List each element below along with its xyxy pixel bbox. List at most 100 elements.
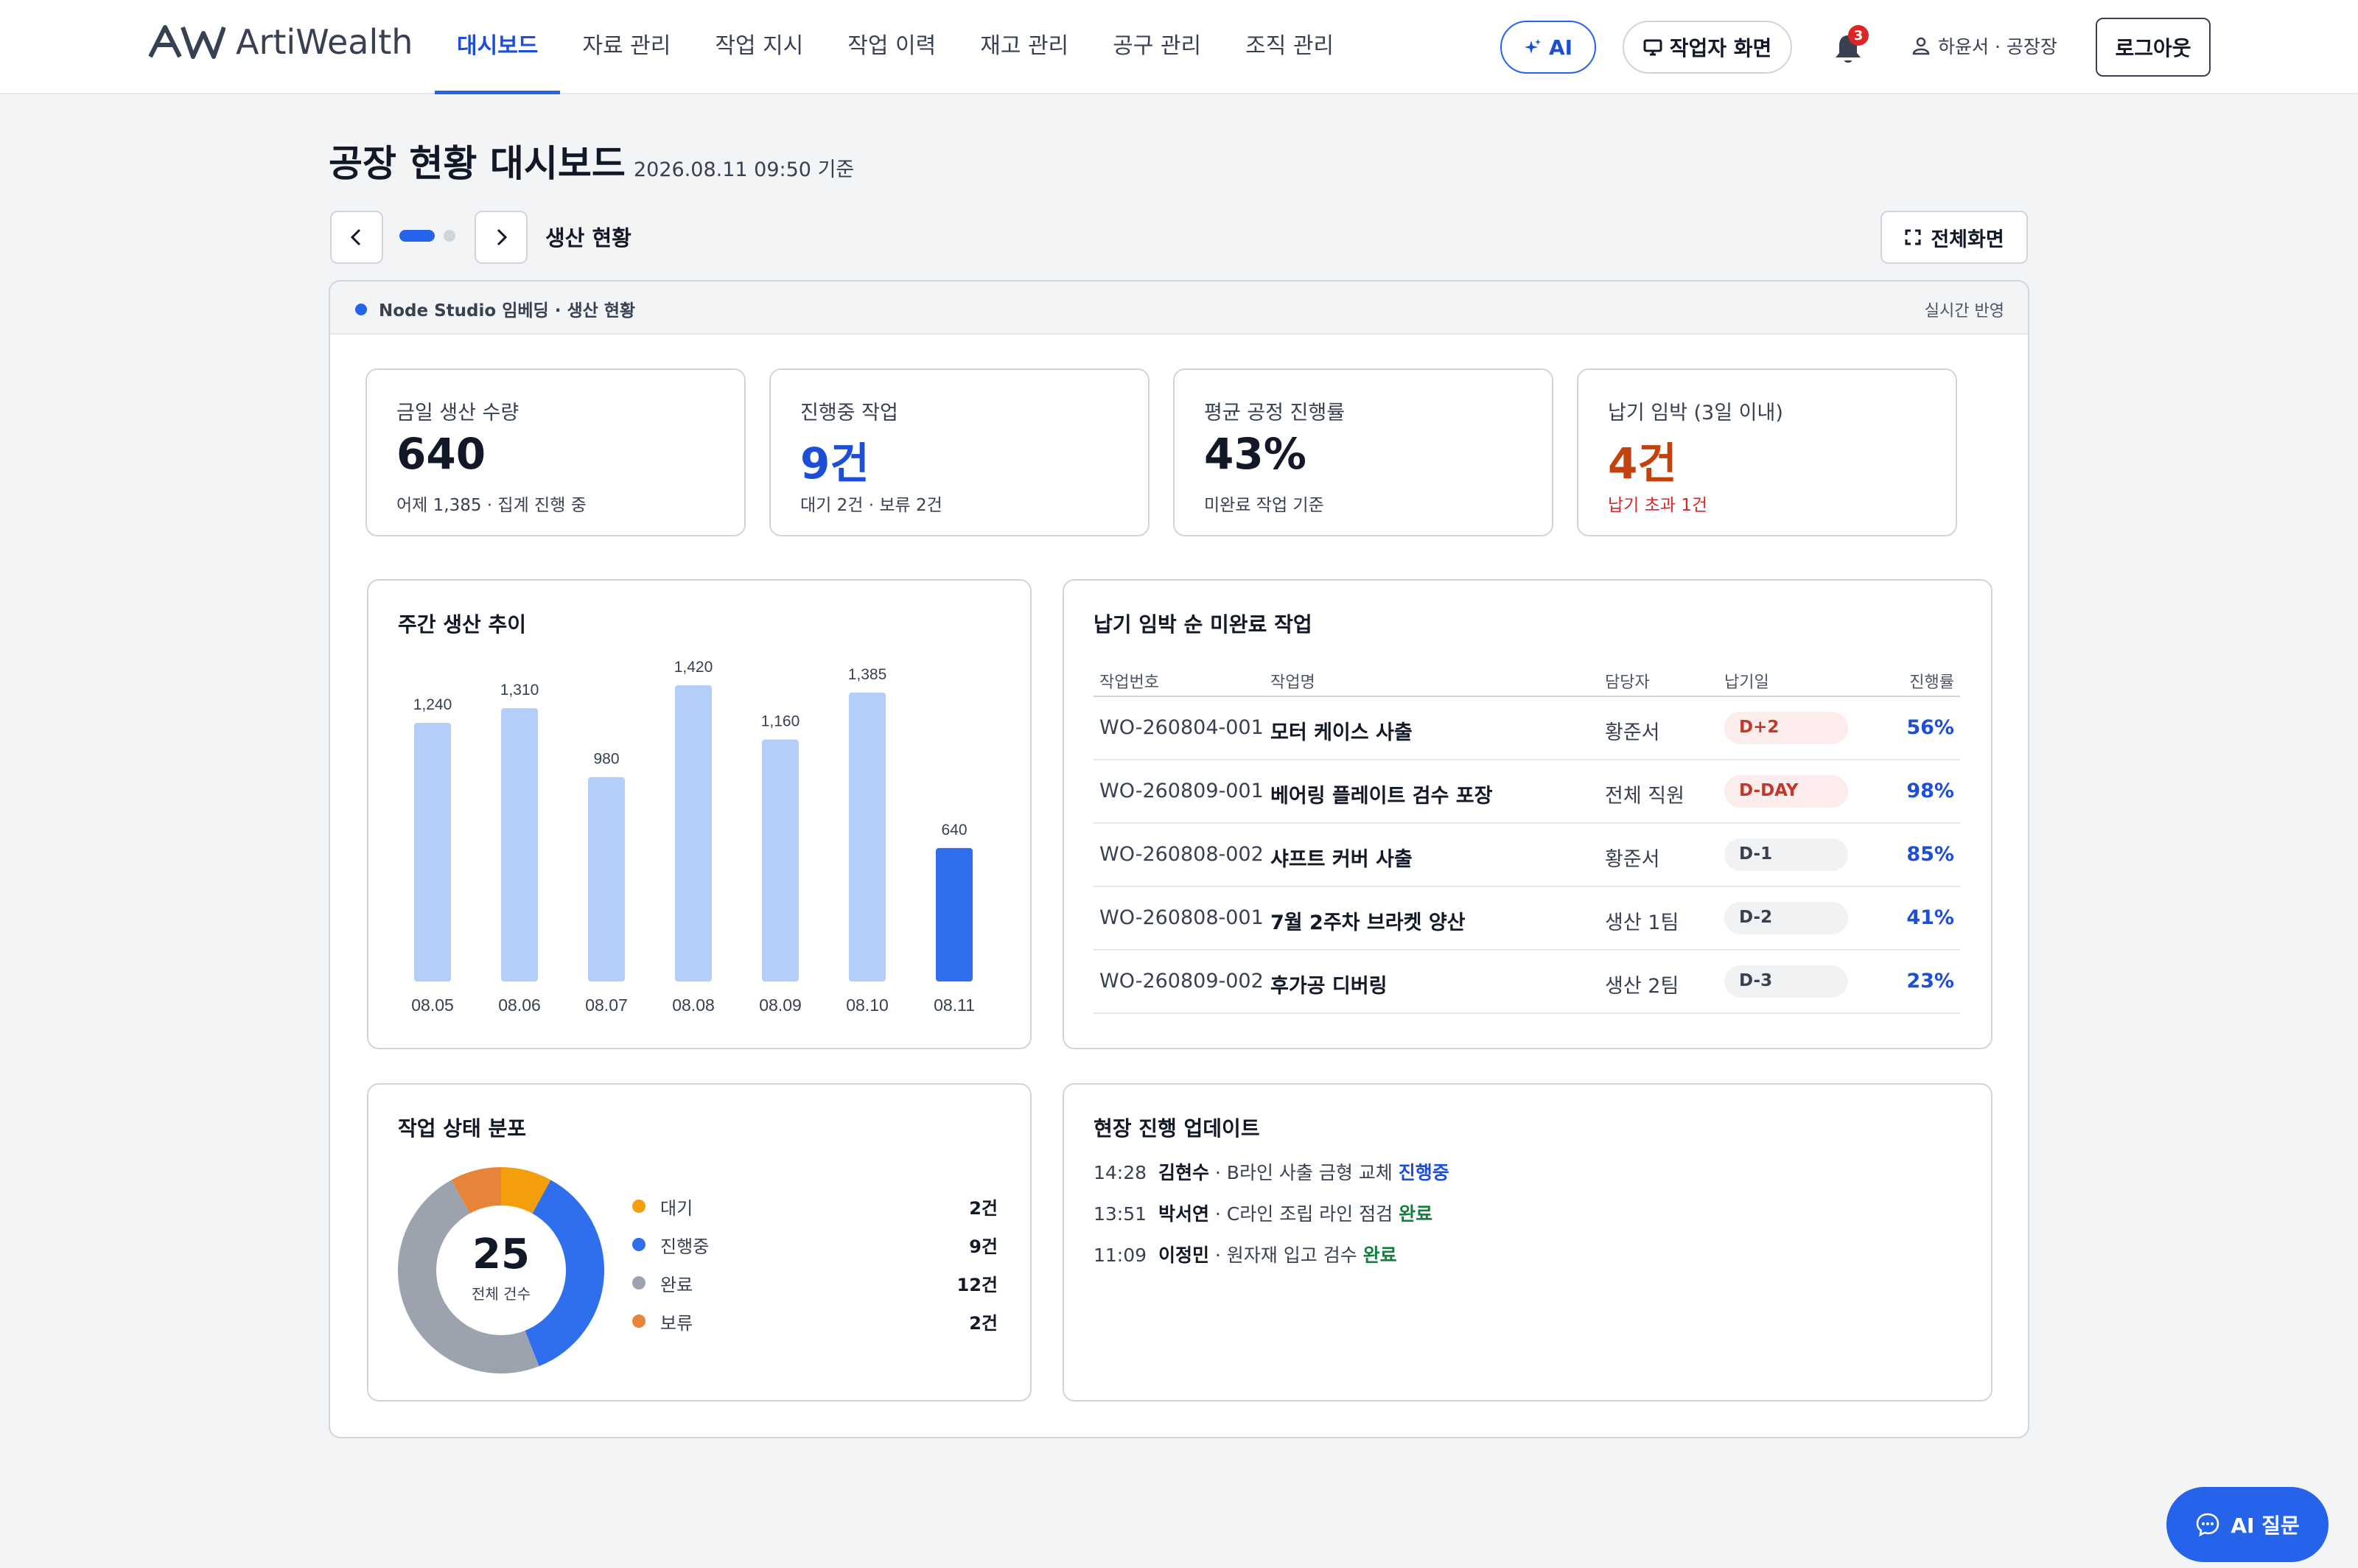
bar-category-label: 08.06 (498, 995, 541, 1015)
logout-button[interactable]: 로그아웃 (2096, 18, 2211, 77)
update-item: 11:09 이정민 · 원자재 입고 검수 완료 (1094, 1241, 1397, 1267)
nav-item-4[interactable]: 재고 관리 (958, 0, 1091, 94)
bar-category-label: 08.11 (934, 995, 975, 1015)
nav-item-6[interactable]: 조직 관리 (1223, 0, 1356, 94)
update-time: 14:28 (1094, 1162, 1147, 1183)
kpi-card: 진행중 작업 9건 대기 2건 · 보류 2건 (769, 368, 1150, 536)
update-time: 13:51 (1094, 1203, 1147, 1225)
update-person: 박서연 (1158, 1203, 1209, 1225)
update-status: 완료 (1362, 1245, 1397, 1266)
frame-label: Node Studio 임베딩 · 생산 현황 (379, 301, 636, 321)
kpi-sub: 어제 1,385 · 집계 진행 중 (396, 496, 587, 515)
row-owner: 황준서 (1605, 848, 1660, 871)
nav-item-3[interactable]: 작업 이력 (825, 0, 958, 94)
legend-item: 진행중 9건 (632, 1229, 998, 1259)
nav-item-5[interactable]: 공구 관리 (1091, 0, 1223, 94)
page-title: 공장 현황 대시보드 (329, 142, 626, 185)
legend-name: 보류 (660, 1313, 693, 1334)
table-row[interactable]: WO-260809-001 베어링 플레이트 검수 포장 전체 직원 D-DAY 98% (1094, 760, 1960, 824)
prev-slide-button[interactable] (330, 211, 383, 264)
kpi-label: 금일 생산 수량 (396, 402, 519, 424)
nav-item-0[interactable]: 대시보드 (435, 0, 561, 94)
due-badge: D-3 (1724, 965, 1848, 998)
row-id: WO-260809-001 (1099, 780, 1264, 802)
sparkle-icon (1524, 39, 1541, 54)
update-text: · C라인 조립 라인 점검 (1208, 1203, 1399, 1225)
row-id: WO-260808-002 (1099, 843, 1264, 866)
legend-name: 완료 (660, 1275, 693, 1295)
nav-item-2[interactable]: 작업 지시 (693, 0, 825, 94)
status-dist-title: 작업 상태 분포 (398, 1116, 527, 1141)
bar-category-label: 08.10 (846, 995, 889, 1015)
row-progress: 85% (1906, 843, 1954, 866)
bar-value-label: 640 (941, 822, 967, 839)
kpi-label: 납기 임박 (3일 이내) (1608, 402, 1783, 424)
legend-dot (632, 1315, 646, 1328)
due-badge: D-2 (1724, 902, 1848, 934)
kpi-card: 평균 공정 진행률 43% 미완료 작업 기준 (1173, 368, 1553, 536)
row-id: WO-260804-001 (1099, 716, 1264, 739)
slide-dot[interactable] (399, 230, 435, 242)
chevron-left-icon (350, 228, 361, 246)
update-text: · B라인 사출 금형 교체 (1208, 1162, 1399, 1183)
row-id: WO-260808-001 (1099, 906, 1264, 929)
fullscreen-button[interactable]: 전체화면 (1881, 211, 2028, 264)
ai-button[interactable]: AI (1500, 21, 1596, 74)
update-text: · 원자재 입고 검수 (1208, 1245, 1363, 1266)
legend-value: 9건 (969, 1236, 998, 1257)
nav-item-1[interactable]: 자료 관리 (560, 0, 693, 94)
table-row[interactable]: WO-260808-002 샤프트 커버 사출 황준서 D-1 85% (1094, 824, 1960, 887)
bar-value-label: 1,420 (674, 659, 713, 676)
top-header: ArtiWealth 대시보드 자료 관리 작업 지시 작업 이력 재고 관리 공구 관리… (0, 0, 2358, 94)
legend-item: 완료 12건 (632, 1267, 998, 1297)
bar-category-label: 08.09 (759, 995, 802, 1015)
weekly-production-card: 주간 생산 추이 1,240 08.05 1,310 08.06 980 08.07 1,4… (367, 579, 1032, 1049)
col-name: 작업명 (1270, 673, 1315, 692)
slide-label: 생산 현황 (545, 225, 632, 251)
user-icon (1912, 37, 1930, 55)
update-status: 완료 (1399, 1203, 1433, 1225)
row-name: 7월 2주차 브라켓 양산 (1270, 911, 1466, 934)
chevron-right-icon (497, 228, 508, 246)
bar-value-label: 980 (593, 751, 619, 768)
frame-status: 실시간 반영 (1924, 302, 2004, 321)
row-progress: 23% (1906, 970, 1954, 993)
table-row[interactable]: WO-260804-001 모터 케이스 사출 황준서 D+2 56% (1094, 697, 1960, 760)
row-name: 후가공 디버링 (1270, 975, 1388, 998)
field-updates-card: 현장 진행 업데이트 14:28 김현수 · B라인 사출 금형 교체 진행중 1… (1063, 1083, 1993, 1401)
table-row[interactable]: WO-260809-002 후가공 디버링 생산 2팀 D-3 23% (1094, 951, 1960, 1014)
kpi-label: 진행중 작업 (800, 402, 898, 424)
slide-dot[interactable] (444, 230, 455, 242)
worker-screen-button[interactable]: 작업자 화면 (1623, 21, 1792, 74)
legend-name: 진행중 (660, 1236, 710, 1257)
due-table-title: 납기 임박 순 미완료 작업 (1094, 612, 1312, 637)
bar-08.09 (762, 739, 799, 981)
slide-indicator (399, 230, 455, 242)
bar-category-label: 08.05 (411, 995, 454, 1015)
ai-question-button[interactable]: AI 질문 (2166, 1487, 2329, 1562)
row-owner: 황준서 (1605, 721, 1660, 744)
bar-08.11 (936, 847, 973, 981)
user-profile[interactable]: 하윤서 · 공장장 (1911, 32, 2057, 59)
bar-08.06 (501, 708, 538, 981)
due-badge: D-DAY (1724, 775, 1848, 808)
kpi-value: 43% (1204, 429, 1306, 479)
donut-total-label: 전체 건수 (472, 1285, 531, 1303)
frame-bar: Node Studio 임베딩 · 생산 현황 실시간 반영 (330, 281, 2028, 335)
bar-08.08 (675, 685, 712, 981)
next-slide-button[interactable] (475, 211, 528, 264)
bar-category-label: 08.07 (585, 995, 628, 1015)
update-time: 11:09 (1094, 1245, 1147, 1266)
bar-08.10 (849, 692, 886, 981)
kpi-card: 납기 임박 (3일 이내) 4건 납기 초과 1건 (1577, 368, 1957, 536)
legend-name: 대기 (660, 1198, 693, 1219)
ai-button-label: AI (1548, 35, 1573, 60)
legend-value: 2건 (969, 1198, 998, 1219)
kpi-value: 4건 (1608, 438, 1677, 489)
kpi-sub: 미완료 작업 기준 (1204, 496, 1324, 515)
update-person: 이정민 (1158, 1245, 1209, 1266)
col-id: 작업번호 (1099, 673, 1159, 692)
logo[interactable]: ArtiWealth (147, 22, 413, 62)
table-row[interactable]: WO-260808-001 7월 2주차 브라켓 양산 생산 1팀 D-2 41% (1094, 887, 1960, 951)
expand-icon (1905, 229, 1921, 245)
